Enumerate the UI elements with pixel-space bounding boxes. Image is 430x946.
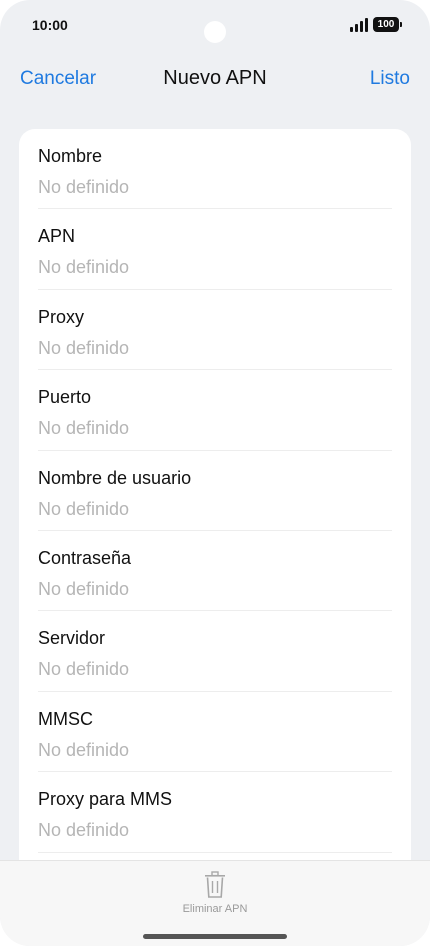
- status-time: 10:00: [32, 17, 68, 33]
- field-contrasena[interactable]: Contraseña No definido: [38, 531, 392, 612]
- done-button[interactable]: Listo: [370, 68, 410, 90]
- field-label: Puerto: [38, 387, 92, 408]
- status-bar: 10:00 100: [0, 0, 430, 50]
- trash-icon: [205, 871, 225, 898]
- field-label: Nombre: [38, 146, 103, 166]
- field-label: MMSC: [38, 708, 93, 729]
- field-value: No definido: [38, 659, 130, 680]
- signal-icon: [350, 18, 369, 32]
- field-label: Contraseña: [38, 547, 132, 568]
- field-label: APN: [38, 226, 76, 247]
- field-value: No definido: [38, 578, 130, 599]
- field-puerto[interactable]: Puerto No definido: [38, 370, 392, 451]
- field-value: No definido: [38, 739, 130, 760]
- field-value: No definido: [38, 820, 130, 841]
- field-value: No definido: [38, 257, 130, 278]
- field-label: Proxy para MMS: [38, 789, 173, 810]
- battery-icon: 100: [373, 17, 402, 32]
- bottom-bar: Eliminar APN: [0, 860, 430, 946]
- phone-screen: 10:00 100 Cancelar Nuevo APN Listo Nombr…: [0, 0, 430, 946]
- field-value: No definido: [38, 498, 130, 519]
- home-indicator[interactable]: [143, 934, 287, 939]
- field-value: No definido: [38, 177, 130, 197]
- delete-apn-button[interactable]: Eliminar APN: [165, 871, 265, 925]
- page-title: Nuevo APN: [163, 67, 267, 89]
- field-value: No definido: [38, 337, 130, 358]
- front-camera: [204, 21, 226, 43]
- field-label: Nombre de usuario: [38, 467, 192, 488]
- field-mmsc[interactable]: MMSC No definido: [38, 692, 392, 773]
- field-value: No definido: [38, 418, 130, 439]
- field-label: Proxy: [38, 306, 85, 327]
- field-nombre-de-usuario[interactable]: Nombre de usuario No definido: [38, 451, 392, 531]
- delete-apn-label: Eliminar APN: [182, 903, 248, 915]
- apn-settings-card: Nombre No definido APN No definido Proxy…: [19, 129, 411, 889]
- field-nombre[interactable]: Nombre No definido: [38, 129, 392, 210]
- nav-bar: Cancelar Nuevo APN Listo: [0, 60, 430, 98]
- field-apn[interactable]: APN No definido: [38, 209, 392, 290]
- field-proxy-para-mms[interactable]: Proxy para MMS No definido: [38, 772, 392, 853]
- field-proxy[interactable]: Proxy No definido: [38, 290, 392, 371]
- field-label: Servidor: [38, 628, 106, 649]
- field-servidor[interactable]: Servidor No definido: [38, 611, 392, 692]
